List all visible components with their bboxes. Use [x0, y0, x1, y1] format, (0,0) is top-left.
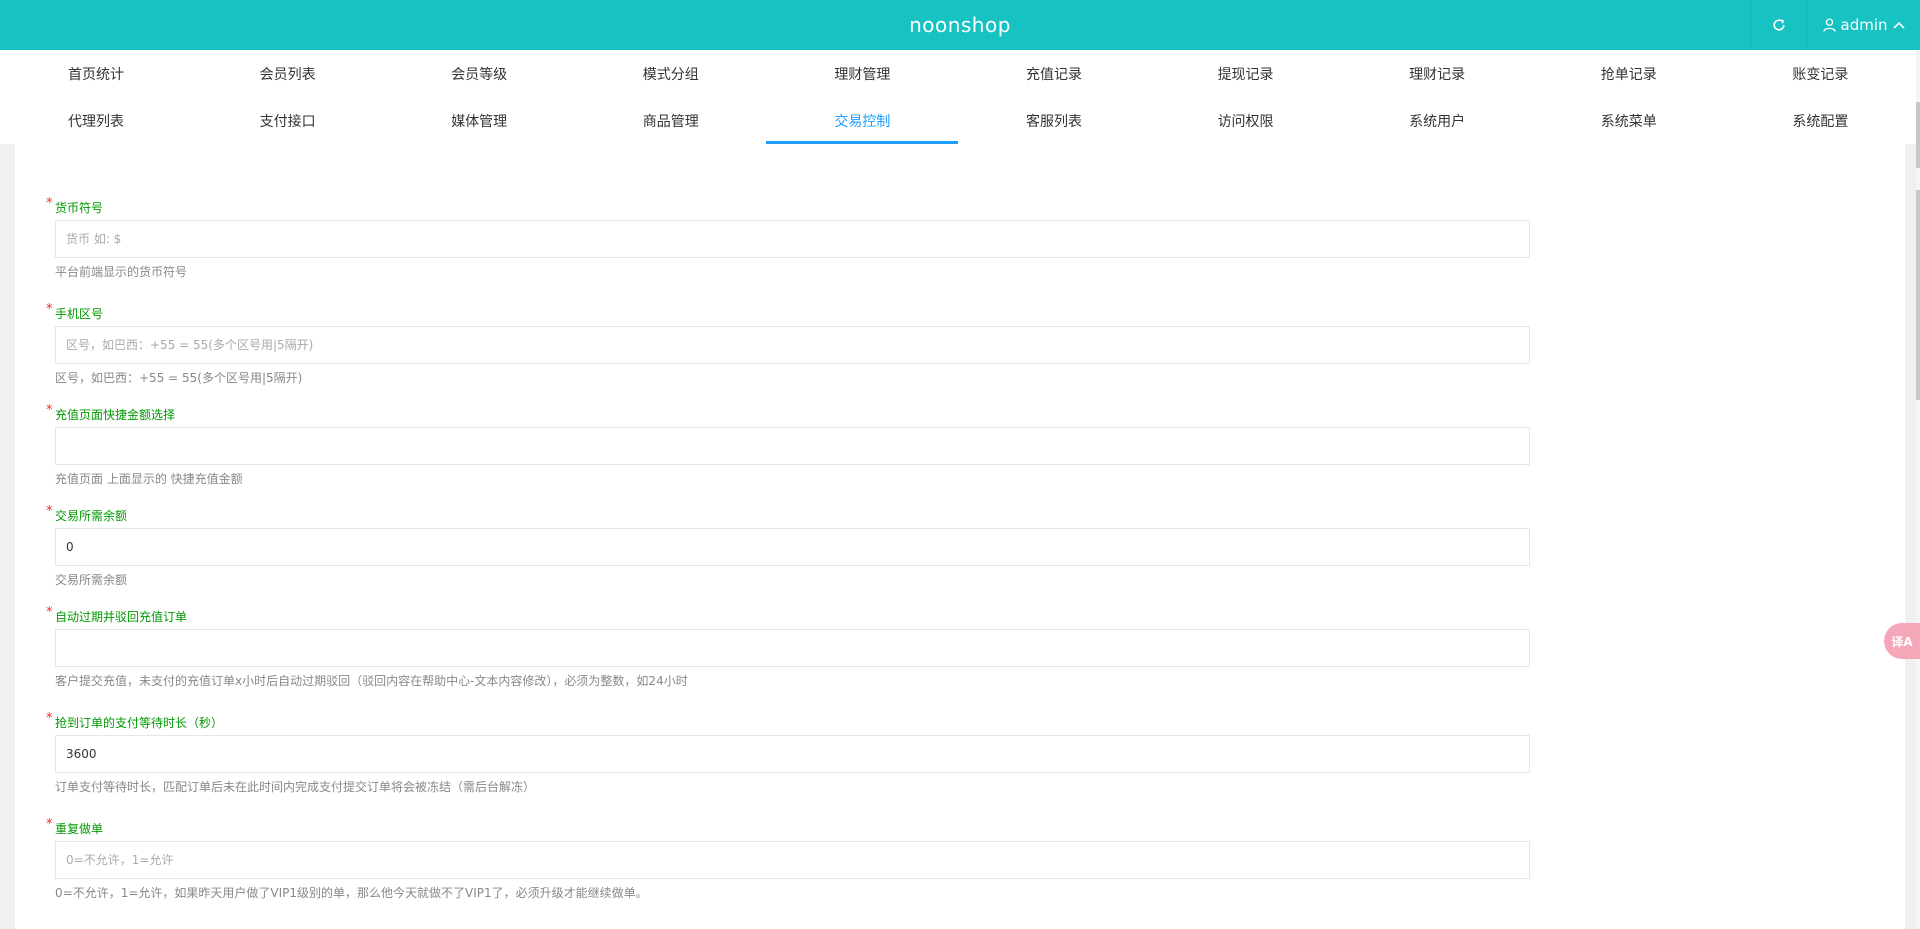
- field-help: 平台前端显示的货币符号: [55, 265, 188, 279]
- nav-item[interactable]: 系统菜单: [1533, 97, 1725, 144]
- nav-row-1: 首页统计 会员列表 会员等级 模式分组 理财管理 充值记录 提现记录 理财记录 抢单记录 账变记录: [0, 50, 1916, 97]
- field-label: * 货币符号: [46, 196, 1530, 216]
- field-input[interactable]: [55, 735, 1530, 773]
- header-actions: admin: [1750, 0, 1920, 50]
- field-input[interactable]: [55, 629, 1530, 667]
- field-label: * 重复做单: [46, 817, 1530, 837]
- refresh-button[interactable]: [1750, 0, 1806, 50]
- nav-item[interactable]: 交易控制: [766, 97, 958, 144]
- nav-item[interactable]: 首页统计: [0, 50, 192, 97]
- nav-item[interactable]: 支付接口: [192, 97, 384, 144]
- form-field: *货币符号平台前端显示的货币符号: [46, 196, 1530, 280]
- nav-item[interactable]: 提现记录: [1150, 50, 1342, 97]
- field-input[interactable]: [55, 841, 1530, 879]
- chevron-up-icon: [1892, 21, 1905, 29]
- field-input[interactable]: [55, 220, 1530, 258]
- field-help: 区号，如巴西：+55 = 55(多个区号用|5隔开): [55, 371, 303, 385]
- field-label: * 充值页面快捷金额选择: [46, 403, 1530, 423]
- field-label-text: 自动过期并驳回充值订单: [55, 610, 188, 624]
- field-help: 交易所需余额: [55, 573, 128, 587]
- required-marker: *: [46, 504, 53, 519]
- required-marker: *: [46, 403, 53, 418]
- form-field: *交易所需余额交易所需余额: [46, 504, 1530, 588]
- field-help: 订单支付等待时长，匹配订单后未在此时间内完成支付提交订单将会被冻结（需后台解冻）: [55, 780, 536, 794]
- form-field: * 手机区号区号，如巴西：+55 = 55(多个区号用|5隔开): [46, 302, 1530, 386]
- nav-item[interactable]: 模式分组: [575, 50, 767, 97]
- nav-scroll-thumb[interactable]: [1916, 102, 1920, 168]
- nav-item[interactable]: 访问权限: [1150, 97, 1342, 144]
- field-input[interactable]: [55, 326, 1530, 364]
- translate-icon: 译A: [1891, 634, 1913, 649]
- nav-item[interactable]: 会员等级: [383, 50, 575, 97]
- field-label-text: 手机区号: [55, 307, 104, 321]
- field-label: * 自动过期并驳回充值订单: [46, 605, 1530, 625]
- user-name: admin: [1840, 16, 1888, 34]
- scrollbar[interactable]: [1916, 50, 1920, 929]
- nav-item[interactable]: 系统配置: [1724, 97, 1916, 144]
- required-marker: *: [46, 605, 53, 620]
- field-label-text: 抢到订单的支付等待时长（秒）: [55, 716, 224, 730]
- nav-item[interactable]: 媒体管理: [383, 97, 575, 144]
- field-label-text: 货币符号: [55, 201, 104, 215]
- main-nav: 首页统计 会员列表 会员等级 模式分组 理财管理 充值记录 提现记录 理财记录 抢单记录 账变记录…: [0, 50, 1916, 144]
- field-label: * 手机区号: [46, 302, 1530, 322]
- nav-item[interactable]: 客服列表: [958, 97, 1150, 144]
- nav-item[interactable]: 理财管理: [766, 50, 958, 97]
- required-marker: *: [46, 302, 53, 317]
- field-label-text: 重复做单: [55, 822, 104, 836]
- required-marker: *: [46, 196, 53, 211]
- form-field: * 自动过期并驳回充值订单客户提交充值，未支付的充值订单x小时后自动过期驳回（驳回…: [46, 605, 1530, 689]
- content-scroll-thumb[interactable]: [1916, 190, 1920, 400]
- nav-item[interactable]: 会员列表: [192, 50, 384, 97]
- refresh-icon: [1772, 19, 1785, 31]
- field-label-text: 充值页面快捷金额选择: [55, 408, 176, 422]
- user-menu[interactable]: admin: [1806, 0, 1920, 50]
- nav-item[interactable]: 商品管理: [575, 97, 767, 144]
- field-help: 客户提交充值，未支付的充值订单x小时后自动过期驳回（驳回内容在帮助中心-文本内容…: [55, 674, 688, 688]
- field-label: * 抢到订单的支付等待时长（秒）: [46, 711, 1530, 731]
- nav-item[interactable]: 代理列表: [0, 97, 192, 144]
- form-field: *抢到订单的支付等待时长（秒） 订单支付等待时长，匹配订单后未在此时间内完成支付提…: [46, 711, 1530, 795]
- nav-row-2: 代理列表 支付接口 媒体管理 商品管理 交易控制 客服列表 访问权限 系统用户 系统菜单 系统配置: [0, 97, 1916, 144]
- form-field: * 充值页面快捷金额选择充值页面 上面显示的 快捷充值金额: [46, 403, 1530, 487]
- config-form: *货币符号平台前端显示的货币符号*手机区号区号，如巴西：+55 = 55(多个区…: [15, 144, 1905, 929]
- nav-item[interactable]: 抢单记录: [1533, 50, 1725, 97]
- field-help: 0=不允许，1=允许，如果昨天用户做了VIP1级别的单，那么他今天就做不了VIP…: [55, 886, 648, 900]
- nav-item[interactable]: 充值记录: [958, 50, 1150, 97]
- brand-title: noonshop: [909, 13, 1011, 37]
- top-header: noonshop admin: [0, 0, 1920, 50]
- field-help: 充值页面 上面显示的 快捷充值金额: [55, 472, 243, 486]
- user-icon: [1822, 18, 1836, 32]
- required-marker: *: [46, 711, 53, 726]
- field-input[interactable]: [55, 427, 1530, 465]
- required-marker: *: [46, 817, 53, 832]
- nav-item[interactable]: 账变记录: [1724, 50, 1916, 97]
- form-field: *重复做单 0=不允许，1=允许，如果昨天用户做了VIP1级别的单，那么他今天就做…: [46, 817, 1530, 901]
- translate-button[interactable]: 译A: [1884, 623, 1920, 659]
- nav-item[interactable]: 理财记录: [1341, 50, 1533, 97]
- nav-item[interactable]: 系统用户: [1341, 97, 1533, 144]
- field-label-text: 交易所需余额: [55, 509, 128, 523]
- field-label: * 交易所需余额: [46, 504, 1530, 524]
- field-input[interactable]: [55, 528, 1530, 566]
